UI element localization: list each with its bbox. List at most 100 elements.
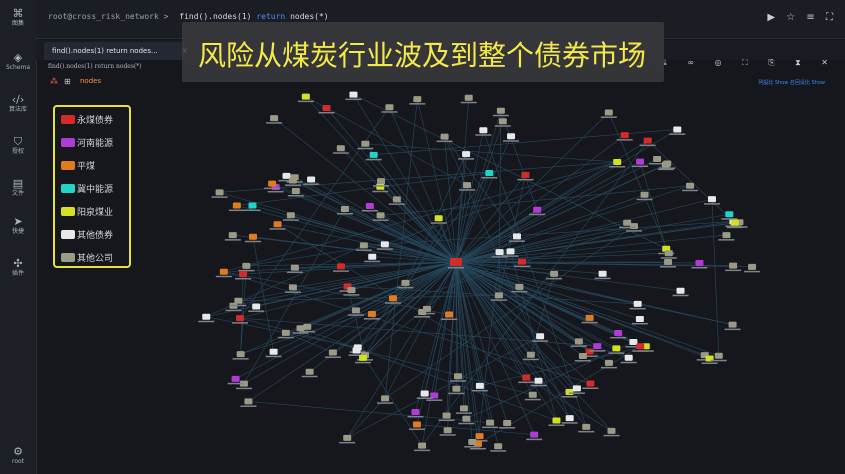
graph-node[interactable]	[744, 263, 761, 273]
sidebar-item-label: 插件	[11, 270, 24, 277]
graph-node[interactable]	[718, 232, 735, 241]
graph-node[interactable]	[409, 96, 426, 105]
graph-node[interactable]	[364, 253, 381, 263]
graph-node[interactable]	[407, 408, 424, 418]
graph-node[interactable]	[639, 137, 656, 147]
graph-node[interactable]	[600, 359, 617, 369]
graph-node[interactable]	[282, 212, 299, 221]
graph-node[interactable]	[669, 126, 686, 135]
graph-node[interactable]	[381, 104, 398, 113]
legend-swatch	[61, 114, 75, 124]
toolbar-icons[interactable]: ⌕ ⤓ ∞ ◎ ⛶ ⎘ ⧗ ✕	[638, 58, 837, 68]
legend-item: 平煤	[61, 157, 95, 173]
graph-node[interactable]	[240, 398, 257, 407]
graph-node[interactable]	[589, 343, 606, 352]
sidebar-user[interactable]: ⚙ root	[0, 446, 36, 466]
sidebar: ⌘ 图集 ◈ Schema ‹/› 算法库 ⛉ 授权 ▤ 文件 ➤ 快捷 ✣ 插…	[0, 0, 37, 474]
graph-node[interactable]	[594, 270, 611, 280]
graph-node[interactable]	[339, 434, 356, 444]
graph-node[interactable]	[672, 287, 689, 297]
graph-node[interactable]	[224, 232, 241, 241]
graph-node[interactable]	[532, 333, 549, 342]
graph-node[interactable]	[436, 133, 453, 143]
graph-node[interactable]	[265, 348, 282, 358]
graph-node[interactable]	[361, 203, 378, 212]
graph-node[interactable]	[600, 109, 617, 118]
graph-node[interactable]	[235, 380, 252, 390]
graph-node[interactable]	[235, 270, 252, 280]
sidebar-item-files[interactable]: ▤ 文件	[0, 178, 36, 198]
graph-node[interactable]	[332, 145, 349, 154]
tab-query-result[interactable]: find().nodes(1) return nodes... ×	[44, 42, 188, 60]
graph-node[interactable]	[499, 420, 516, 429]
graph-node[interactable]	[691, 259, 708, 269]
graph-node[interactable]	[227, 375, 244, 385]
graph-node[interactable]	[526, 431, 543, 441]
sidebar-item-label: 算法库	[8, 106, 27, 113]
graph-node[interactable]	[578, 423, 595, 433]
legend-label: 河南能源	[77, 138, 114, 149]
graph-node[interactable]	[318, 104, 335, 114]
graph-node[interactable]	[430, 215, 447, 224]
graph-node[interactable]	[297, 93, 314, 103]
sidebar-item-auth[interactable]: ⛉ 授权	[0, 136, 36, 156]
graph-node[interactable]	[438, 412, 455, 422]
graph-node[interactable]	[414, 442, 431, 452]
graph-node[interactable]	[458, 151, 475, 160]
graph-node[interactable]	[448, 385, 465, 395]
graph-edge	[477, 346, 641, 445]
graph-node[interactable]	[211, 189, 228, 198]
graph-edge	[347, 336, 541, 439]
graph-node[interactable]	[408, 421, 425, 431]
legend-swatch	[61, 252, 75, 262]
top-actions[interactable]: ▶ ☆ ≡ ⛶	[767, 12, 837, 23]
graph-node[interactable]	[332, 263, 349, 272]
graph-node[interactable]	[490, 443, 507, 452]
sidebar-item-schema[interactable]: ◈ Schema	[0, 52, 36, 72]
graph-canvas[interactable]	[36, 90, 845, 474]
query-input[interactable]: root@cross_risk_network > find().nodes(1…	[48, 12, 329, 21]
graph-node[interactable]	[517, 171, 534, 181]
display-settings[interactable]: 列設比 Show 召回设比 Show	[758, 79, 825, 86]
graph-node[interactable]	[471, 382, 488, 392]
graph-node[interactable]	[357, 140, 374, 150]
graph-edge	[273, 117, 457, 263]
graph-node[interactable]	[522, 351, 539, 361]
graph-node[interactable]	[482, 419, 499, 429]
graph-node[interactable]	[365, 151, 382, 161]
graph-edge	[363, 221, 734, 246]
graph-node[interactable]	[724, 321, 741, 331]
graph-node[interactable]	[632, 158, 649, 168]
graph-node[interactable]	[377, 395, 394, 404]
graph-edge	[647, 140, 736, 223]
nodes-tab[interactable]: nodes	[80, 77, 101, 85]
graph-node[interactable]	[603, 427, 620, 437]
graph-node[interactable]	[324, 349, 341, 358]
table-view-icon[interactable]: ⊞	[64, 77, 71, 86]
graph-node[interactable]	[301, 368, 318, 378]
graph-node[interactable]	[682, 182, 699, 192]
graph-node[interactable]	[345, 91, 362, 101]
graph-node[interactable]	[561, 415, 578, 424]
sidebar-item-label: Schema	[5, 64, 31, 71]
graph-node[interactable]	[492, 107, 509, 117]
sidebar-item-shortcuts[interactable]: ➤ 快捷	[0, 216, 36, 236]
legend-label: 其他债券	[77, 230, 114, 241]
sidebar-item-algorithms[interactable]: ‹/› 算法库	[0, 94, 36, 114]
graph-view-icon[interactable]: ⁂	[50, 77, 58, 86]
graph-node[interactable]	[460, 94, 477, 104]
graph-node[interactable]	[303, 176, 320, 185]
graph-node[interactable]	[660, 259, 677, 268]
graph-node[interactable]	[518, 374, 535, 384]
legend: 永煤债券 河南能源 平煤 冀中能源 阳泉煤业 其他债券 其他公司	[53, 105, 131, 268]
graph-node[interactable]	[608, 345, 625, 354]
graph-node[interactable]	[287, 188, 304, 197]
graph-node[interactable]	[475, 127, 492, 136]
graph-node[interactable]	[266, 115, 283, 124]
legend-swatch	[61, 183, 75, 193]
sidebar-item-graph[interactable]: ⌘ 图集	[0, 8, 36, 28]
graph-node[interactable]	[503, 133, 520, 142]
sidebar-item-plugins[interactable]: ✣ 插件	[0, 258, 36, 278]
graph-node[interactable]	[439, 427, 456, 436]
graph-prefix: root@cross_risk_network >	[48, 12, 169, 21]
